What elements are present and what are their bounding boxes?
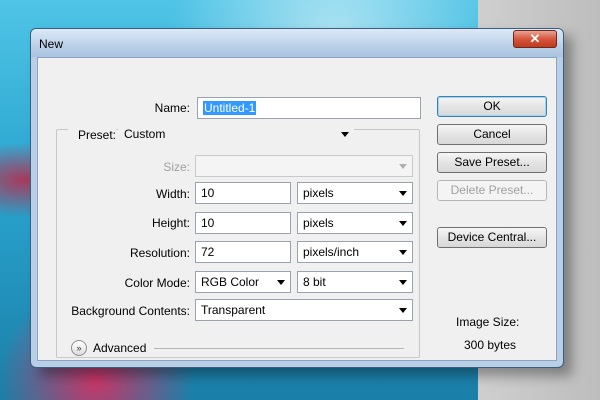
title-bar[interactable]: New ✕ xyxy=(31,29,563,57)
advanced-divider xyxy=(154,348,404,349)
new-document-dialog: New ✕ Name: Untitled-1 Preset: Custom Si… xyxy=(30,28,564,368)
chevron-down-icon xyxy=(399,308,407,313)
chevron-down-icon xyxy=(341,132,349,137)
background-contents-value: Transparent xyxy=(201,303,266,317)
width-label: Width: xyxy=(155,187,190,201)
bit-depth-value: 8 bit xyxy=(303,275,326,289)
color-mode-label: Color Mode: xyxy=(124,276,190,290)
window-title: New xyxy=(39,37,64,51)
chevron-down-icon xyxy=(399,280,407,285)
height-input[interactable]: 10 xyxy=(195,212,291,234)
height-unit-select[interactable]: pixels xyxy=(297,212,413,234)
double-chevron-down-icon[interactable]: » xyxy=(71,340,87,356)
image-size-label: Image Size: xyxy=(456,315,520,329)
delete-preset-button: Delete Preset... xyxy=(437,180,547,201)
height-unit-value: pixels xyxy=(303,216,334,230)
chevron-down-icon xyxy=(399,221,407,226)
height-label: Height: xyxy=(151,216,190,230)
chevron-down-icon xyxy=(277,280,285,285)
size-select xyxy=(195,155,413,177)
ok-button[interactable]: OK xyxy=(437,96,547,117)
size-label: Size: xyxy=(163,160,190,174)
name-value: Untitled-1 xyxy=(203,101,257,115)
background-contents-select[interactable]: Transparent xyxy=(195,299,413,321)
name-input[interactable]: Untitled-1 xyxy=(197,97,421,119)
width-unit-select[interactable]: pixels xyxy=(297,182,413,204)
color-mode-value: RGB Color xyxy=(201,275,260,289)
chevron-down-icon xyxy=(399,164,407,169)
image-size-value: 300 bytes xyxy=(464,338,517,352)
close-button[interactable]: ✕ xyxy=(513,30,557,48)
advanced-label[interactable]: Advanced xyxy=(93,341,146,355)
preset-select[interactable]: Custom xyxy=(118,125,354,145)
dialog-body: Name: Untitled-1 Preset: Custom Size: Wi… xyxy=(37,57,557,361)
color-mode-select[interactable]: RGB Color xyxy=(195,271,291,293)
chevron-down-icon xyxy=(399,191,407,196)
resolution-label: Resolution: xyxy=(129,246,190,260)
width-unit-value: pixels xyxy=(303,186,334,200)
preset-label: Preset: xyxy=(68,128,116,142)
resolution-value: 72 xyxy=(201,245,215,259)
close-icon: ✕ xyxy=(529,31,541,46)
name-label: Name: xyxy=(154,101,190,115)
chevron-down-icon xyxy=(399,250,407,255)
height-value: 10 xyxy=(201,216,215,230)
bit-depth-select[interactable]: 8 bit xyxy=(297,271,413,293)
resolution-unit-select[interactable]: pixels/inch xyxy=(297,241,413,263)
cancel-button[interactable]: Cancel xyxy=(437,124,547,145)
background-contents-label: Background Contents: xyxy=(71,304,190,318)
width-input[interactable]: 10 xyxy=(195,182,291,204)
preset-value: Custom xyxy=(124,127,166,141)
resolution-unit-value: pixels/inch xyxy=(303,245,360,259)
width-value: 10 xyxy=(201,186,215,200)
save-preset-button[interactable]: Save Preset... xyxy=(437,152,547,173)
resolution-input[interactable]: 72 xyxy=(195,241,291,263)
device-central-button[interactable]: Device Central... xyxy=(437,227,547,248)
